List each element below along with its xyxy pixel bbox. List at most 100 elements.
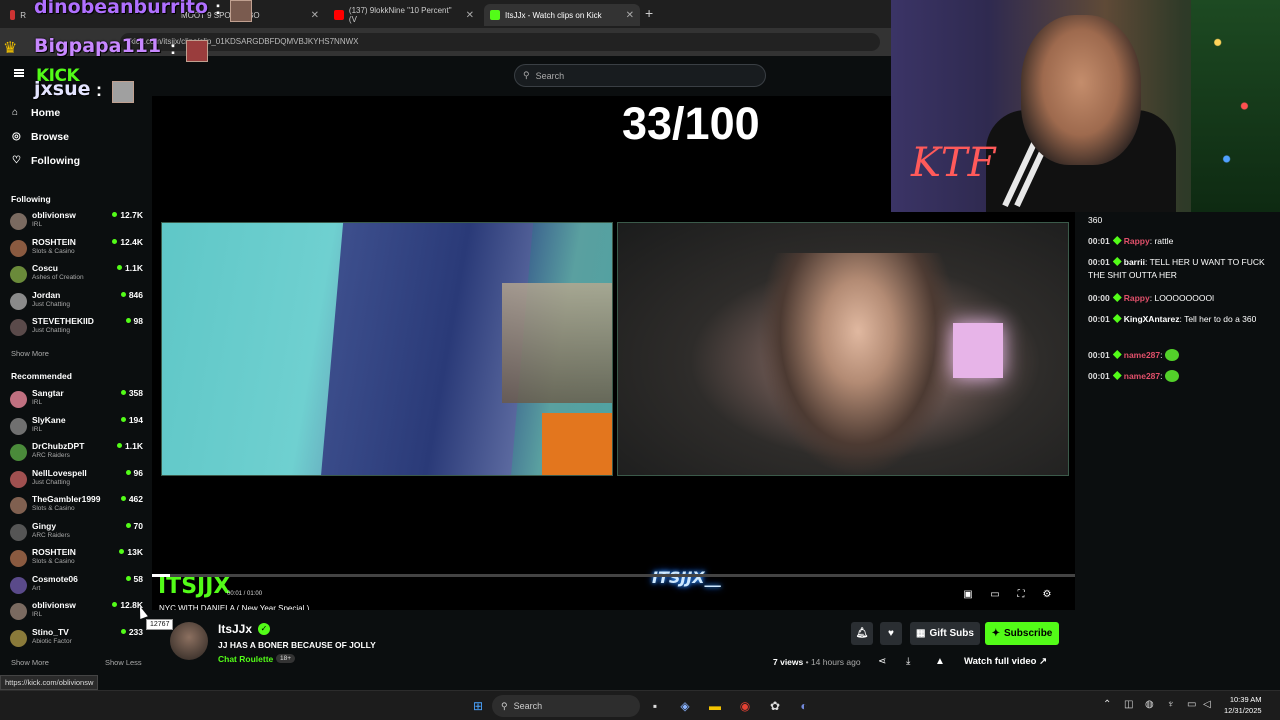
tab-3[interactable]: (137) 9lokkNine "10 Percent" (V ✕: [328, 4, 480, 26]
sidebar-channel[interactable]: Stino_TV Abiotic Factor 233: [10, 627, 146, 653]
chat-username[interactable]: Rappy: [1124, 293, 1150, 303]
channel-name[interactable]: ItsJJx: [218, 622, 252, 636]
crown-icon: ♛: [3, 40, 18, 57]
nav-home[interactable]: ⌂ Home: [12, 107, 60, 119]
chat-message: 360: [1088, 214, 1273, 227]
badge-icon: [1112, 257, 1122, 266]
tray-app-icon[interactable]: ◍: [1145, 699, 1154, 710]
viewer-tooltip: 12767: [146, 619, 174, 630]
microphone-icon[interactable]: ♆: [1167, 699, 1175, 710]
avatar: [10, 239, 27, 257]
chat-timestamp: 00:00: [1088, 293, 1110, 303]
copilot-icon[interactable]: ◈: [676, 697, 694, 715]
gift-subs-button[interactable]: ▦ Gift Subs: [910, 622, 980, 645]
chrome-icon[interactable]: ◉: [736, 697, 754, 715]
sidebar-channel[interactable]: oblivionsw IRL 12.7K: [10, 210, 146, 236]
clip-title: JJ HAS A BONER BECAUSE OF JOLLY: [218, 640, 376, 650]
external-link-icon: ↗: [1039, 656, 1048, 667]
channel-category: IRL: [32, 221, 43, 228]
nav-browse[interactable]: ◎ Browse: [12, 131, 69, 143]
clip-info: ItsJJx ✓ JJ HAS A BONER BECAUSE OF JOLLY…: [152, 610, 1075, 690]
streamer-face: [1021, 15, 1141, 165]
network-icon[interactable]: ▭: [1187, 699, 1196, 710]
chat-username[interactable]: barrii: [1124, 257, 1145, 267]
channel-category: Art: [32, 584, 41, 592]
tab-active[interactable]: ItsJJx - Watch clips on Kick ✕: [484, 4, 640, 26]
channel-category: Slots & Casino: [32, 247, 75, 255]
share-icon[interactable]: ⋖: [878, 656, 886, 667]
viewer-count: 70: [126, 521, 143, 531]
chat-username[interactable]: name287: [1124, 371, 1160, 381]
sidebar-channel[interactable]: Cosmote06 Art 58: [10, 574, 146, 600]
show-more-following[interactable]: Show More: [11, 349, 49, 358]
emote-icon: [1164, 370, 1179, 382]
download-icon[interactable]: ⤓: [906, 656, 910, 667]
avatar: [10, 603, 27, 620]
sidebar-channel[interactable]: NellLovespell Just Chatting 96: [10, 468, 146, 494]
url-field[interactable]: kick.com/itsjjx/clips/clip_01KDSARGDBFDQ…: [120, 33, 880, 51]
badge-icon: [1112, 350, 1122, 359]
notification-bell-button[interactable]: 🔔︎: [851, 622, 873, 645]
sidebar-channel[interactable]: oblivionsw IRL 12.8K: [10, 600, 146, 626]
sidebar-channel[interactable]: Coscu Ashes of Creation 1.1K: [10, 263, 146, 289]
bell-icon: 🔔︎: [855, 628, 869, 639]
tab-1[interactable]: R: [4, 4, 32, 26]
age-badge: 18+: [276, 654, 296, 663]
chat-username[interactable]: Rappy: [1124, 236, 1150, 246]
progress-bar[interactable]: [152, 574, 1075, 577]
channel-avatar[interactable]: [170, 622, 208, 660]
fullscreen-icon[interactable]: ⛶: [1015, 589, 1027, 601]
viewer-count: 233: [121, 627, 143, 637]
tray-app-icon[interactable]: ◫: [1124, 699, 1133, 710]
windows-start-icon[interactable]: ⊞: [469, 697, 487, 715]
menu-icon[interactable]: [14, 69, 24, 77]
follow-button[interactable]: ♥: [880, 622, 902, 645]
task-view-icon[interactable]: ▪: [646, 697, 664, 715]
sidebar-channel[interactable]: ROSHTEIN Slots & Casino 13K: [10, 547, 146, 573]
channel-category: IRL: [32, 399, 43, 406]
close-icon[interactable]: ✕: [626, 10, 634, 21]
close-icon[interactable]: ✕: [466, 10, 474, 21]
overlay-colon: :: [170, 38, 176, 58]
taskbar-clock[interactable]: 10:39 AM 12/31/2025: [1224, 694, 1262, 716]
pip-icon[interactable]: ▣: [962, 589, 974, 601]
sidebar-channel[interactable]: Gingy ARC Raiders 70: [10, 521, 146, 547]
sidebar-channel[interactable]: ROSHTEIN Slots & Casino 12.4K: [10, 237, 146, 263]
show-more-recommended[interactable]: Show More: [11, 658, 49, 667]
tray-chevron-icon[interactable]: ⌃: [1103, 699, 1111, 710]
theater-icon[interactable]: ▭: [989, 589, 1001, 601]
search-input[interactable]: ⚲ Search: [514, 64, 766, 87]
progress-fill: [152, 574, 171, 577]
avatar: [10, 470, 27, 488]
sidebar-channel[interactable]: STEVETHEKIID Just Chatting 98: [10, 316, 146, 342]
avatar: [10, 550, 27, 567]
sidebar-channel[interactable]: Jordan Just Chatting 846: [10, 290, 146, 316]
channel-name: STEVETHEKIID: [32, 316, 94, 326]
avatar: [10, 629, 27, 647]
nav-following[interactable]: ♡ Following: [12, 155, 80, 167]
chat-username[interactable]: name287: [1124, 350, 1160, 360]
tiktok-watermark: ITSJJX__: [652, 568, 721, 587]
sidebar-channel[interactable]: Sangtar IRL 358: [10, 388, 146, 414]
discord-icon[interactable]: ◐: [795, 697, 813, 715]
report-icon[interactable]: ▲: [935, 656, 945, 667]
chat-message: 00:01 name287:: [1088, 370, 1273, 383]
sidebar-channel[interactable]: SlyKane IRL 194: [10, 415, 146, 441]
show-less-button[interactable]: Show Less: [105, 658, 142, 667]
gift-icon: ▦: [916, 628, 926, 639]
sidebar-channel[interactable]: DrChubzDPT ARC Raiders 1.1K: [10, 441, 146, 467]
new-tab-icon[interactable]: +: [645, 5, 653, 21]
settings-icon[interactable]: ⚙: [1041, 589, 1053, 601]
file-explorer-icon[interactable]: ▬: [706, 697, 724, 715]
subscribe-button[interactable]: ✦ Subscribe: [985, 622, 1059, 645]
viewer-count: 1.1K: [117, 441, 143, 451]
viewer-count: 58: [126, 574, 143, 584]
taskbar-search[interactable]: ⚲ Search: [492, 695, 640, 717]
watch-full-video-link[interactable]: Watch full video ↗: [964, 656, 1047, 667]
clip-category[interactable]: Chat Roulette: [218, 654, 273, 664]
sidebar-channel[interactable]: TheGambler1999 Slots & Casino 462: [10, 494, 146, 520]
app-icon[interactable]: ✿: [766, 697, 784, 715]
close-icon[interactable]: ✕: [311, 10, 319, 21]
chat-username[interactable]: KingXAntarez: [1124, 314, 1180, 324]
volume-icon[interactable]: ◁: [1203, 699, 1211, 710]
